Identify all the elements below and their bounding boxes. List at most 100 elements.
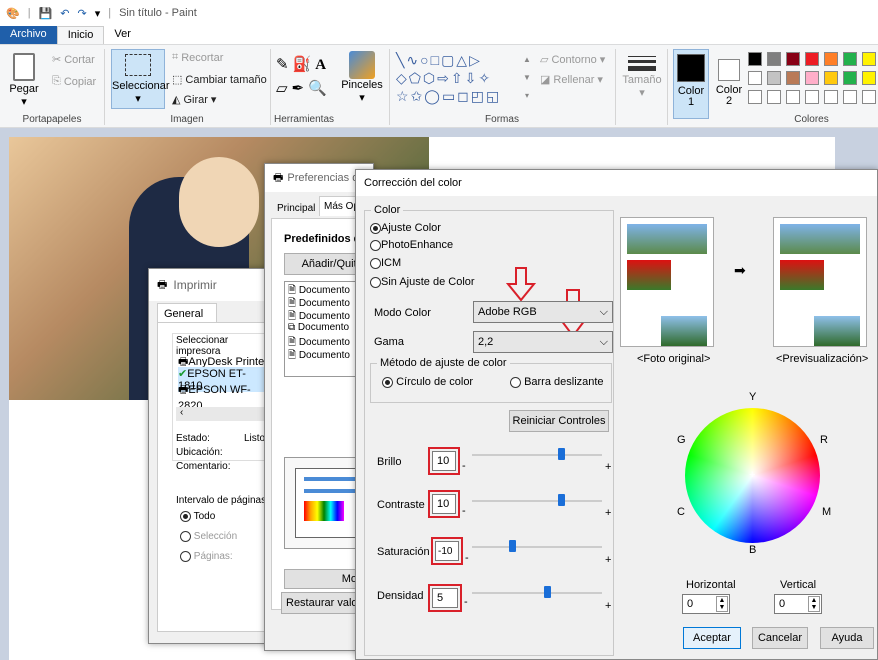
tab-inicio[interactable]: Inicio xyxy=(56,26,105,44)
pencil-icon[interactable]: ✎ xyxy=(276,56,293,73)
palette-swatch[interactable] xyxy=(748,52,762,66)
group-label-colors: Colores xyxy=(794,114,829,125)
tab-archivo[interactable]: Archivo xyxy=(0,26,57,44)
redo-icon[interactable]: ↷ xyxy=(77,7,86,20)
shapes-gallery[interactable]: ╲∿○□▢△▷ ◇⬠⬡⇨⇧⇩✧ ☆✩◯▭◻◰◱ xyxy=(396,51,520,107)
document-preset-item[interactable]: ⧉ Documento xyxy=(288,322,349,333)
color-picker-icon[interactable]: ✒ xyxy=(292,80,309,97)
brightness-input[interactable]: 10 xyxy=(432,451,456,471)
density-slider[interactable] xyxy=(472,592,602,594)
palette-swatch[interactable] xyxy=(862,71,876,85)
palette-swatch[interactable] xyxy=(786,71,800,85)
palette-swatch[interactable] xyxy=(767,52,781,66)
brightness-slider[interactable] xyxy=(472,454,602,456)
palette-swatch[interactable] xyxy=(805,71,819,85)
fill-bucket-icon[interactable]: ⛽ xyxy=(293,56,316,73)
tab-principal[interactable]: Principal xyxy=(273,200,319,217)
accept-button[interactable]: Aceptar xyxy=(683,627,741,649)
palette-swatch[interactable] xyxy=(843,90,857,104)
density-input[interactable]: 5 xyxy=(432,588,458,608)
density-slider-thumb[interactable] xyxy=(544,586,551,598)
magnifier-icon[interactable]: 🔍 xyxy=(308,80,331,97)
palette-swatch[interactable] xyxy=(748,90,762,104)
outline-button[interactable]: ▱ Contorno ▾ xyxy=(540,53,605,67)
palette-swatch[interactable] xyxy=(824,71,838,85)
annotation-arrow-down-icon xyxy=(506,267,536,302)
horizontal-spinner[interactable]: 0 ▲ ▼ xyxy=(682,594,730,614)
crop-button[interactable]: ⌗ Recortar xyxy=(172,51,223,64)
tab-ver[interactable]: Ver xyxy=(104,26,141,44)
radio-slider-bar[interactable]: Barra deslizante xyxy=(510,376,604,388)
range-pages-radio[interactable]: Páginas: xyxy=(180,551,233,562)
cut-button[interactable]: ✂ Cortar xyxy=(52,53,95,67)
help-button[interactable]: Ayuda xyxy=(820,627,874,649)
palette-swatch[interactable] xyxy=(767,71,781,85)
reset-controls-button[interactable]: Reiniciar Controles xyxy=(509,410,609,432)
rotate-icon: ◭ xyxy=(172,94,181,106)
cancel-button[interactable]: Cancelar xyxy=(752,627,808,649)
radio-sin-ajuste[interactable]: Sin Ajuste de Color xyxy=(370,276,475,288)
resize-button[interactable]: ⬚ Cambiar tamaño xyxy=(172,73,267,87)
range-selection-radio[interactable]: Selección xyxy=(180,531,237,542)
saturation-slider[interactable] xyxy=(472,546,602,548)
palette-swatch[interactable] xyxy=(824,52,838,66)
radio-ajuste-color[interactable]: Ajuste Color xyxy=(370,222,441,234)
palette-swatch[interactable] xyxy=(805,90,819,104)
printer-list-scroll-left[interactable]: ‹ xyxy=(176,407,276,421)
saturation-slider-thumb[interactable] xyxy=(509,540,516,552)
contrast-slider[interactable] xyxy=(472,500,602,502)
copy-button[interactable]: ⎘ Copiar xyxy=(52,75,96,88)
undo-icon[interactable]: ↶ xyxy=(60,7,69,20)
size-button[interactable]: Tamaño ▾ xyxy=(622,53,662,113)
tab-general[interactable]: General xyxy=(157,303,217,323)
select-button[interactable]: Seleccionar ▾ xyxy=(111,49,169,109)
quick-access-dropdown-icon[interactable]: ▾ xyxy=(95,7,101,20)
palette-swatch[interactable] xyxy=(862,90,876,104)
vertical-spinner[interactable]: 0 ▲ ▼ xyxy=(774,594,822,614)
saturation-label: Saturación xyxy=(377,546,430,558)
contrast-input[interactable]: 10 xyxy=(432,494,456,514)
palette-swatch[interactable] xyxy=(748,71,762,85)
print-dialog-title: Imprimir xyxy=(173,278,217,292)
contrast-slider-thumb[interactable] xyxy=(558,494,565,506)
document-preset-item[interactable]: 🗎 Documento xyxy=(288,348,350,365)
palette-swatch[interactable] xyxy=(786,90,800,104)
radio-color-circle[interactable]: Círculo de color xyxy=(382,376,473,388)
palette-swatch[interactable] xyxy=(824,90,838,104)
printer-icon: 🖶 xyxy=(157,278,168,291)
shapes-scroll[interactable]: ▲ ▼ ▾ xyxy=(522,51,532,107)
brightness-slider-thumb[interactable] xyxy=(558,448,565,460)
radio-icm[interactable]: ICM xyxy=(370,257,401,269)
vertical-label: Vertical xyxy=(780,579,817,591)
color-mode-select[interactable]: Adobe RGB ⌵ xyxy=(473,301,613,323)
palette-swatch[interactable] xyxy=(805,52,819,66)
saturation-input[interactable]: -10 xyxy=(435,541,459,561)
clipboard-icon xyxy=(13,53,35,81)
eraser-icon[interactable]: ▱ xyxy=(276,80,292,97)
palette-swatch[interactable] xyxy=(843,52,857,66)
horizontal-label: Horizontal xyxy=(686,579,736,591)
palette-swatch[interactable] xyxy=(843,71,857,85)
printer-icon: 🖶 xyxy=(273,171,284,184)
group-label-tools: Herramientas xyxy=(273,114,335,125)
color1-button[interactable]: Color 1 xyxy=(673,49,709,119)
text-icon[interactable]: A xyxy=(315,57,330,73)
status-label: Estado: xyxy=(176,433,210,444)
spinner-arrows-icon[interactable]: ▲ ▼ xyxy=(808,596,820,612)
color2-button[interactable]: Color 2 xyxy=(713,49,745,119)
spinner-arrows-icon[interactable]: ▲ ▼ xyxy=(716,596,728,612)
radio-photoenhance[interactable]: PhotoEnhance xyxy=(370,239,453,251)
paste-button[interactable]: Pegar ▾ xyxy=(8,51,40,108)
rotate-button[interactable]: ◭ Girar ▾ xyxy=(172,93,216,107)
gamma-select[interactable]: 2,2 ⌵ xyxy=(473,331,613,353)
range-all-radio[interactable]: Todo xyxy=(180,511,215,522)
brushes-button[interactable]: Pinceles ▾ xyxy=(341,51,383,109)
color-wheel-center[interactable]: + xyxy=(749,469,755,481)
palette-swatch[interactable] xyxy=(786,52,800,66)
palette-swatch[interactable] xyxy=(767,90,781,104)
fill-button[interactable]: ◪ Rellenar ▾ xyxy=(540,73,603,87)
palette-swatch[interactable] xyxy=(862,52,876,66)
line-size-icon xyxy=(628,56,656,71)
save-icon[interactable]: 💾 xyxy=(39,7,53,20)
crop-icon: ⌗ xyxy=(172,51,179,63)
